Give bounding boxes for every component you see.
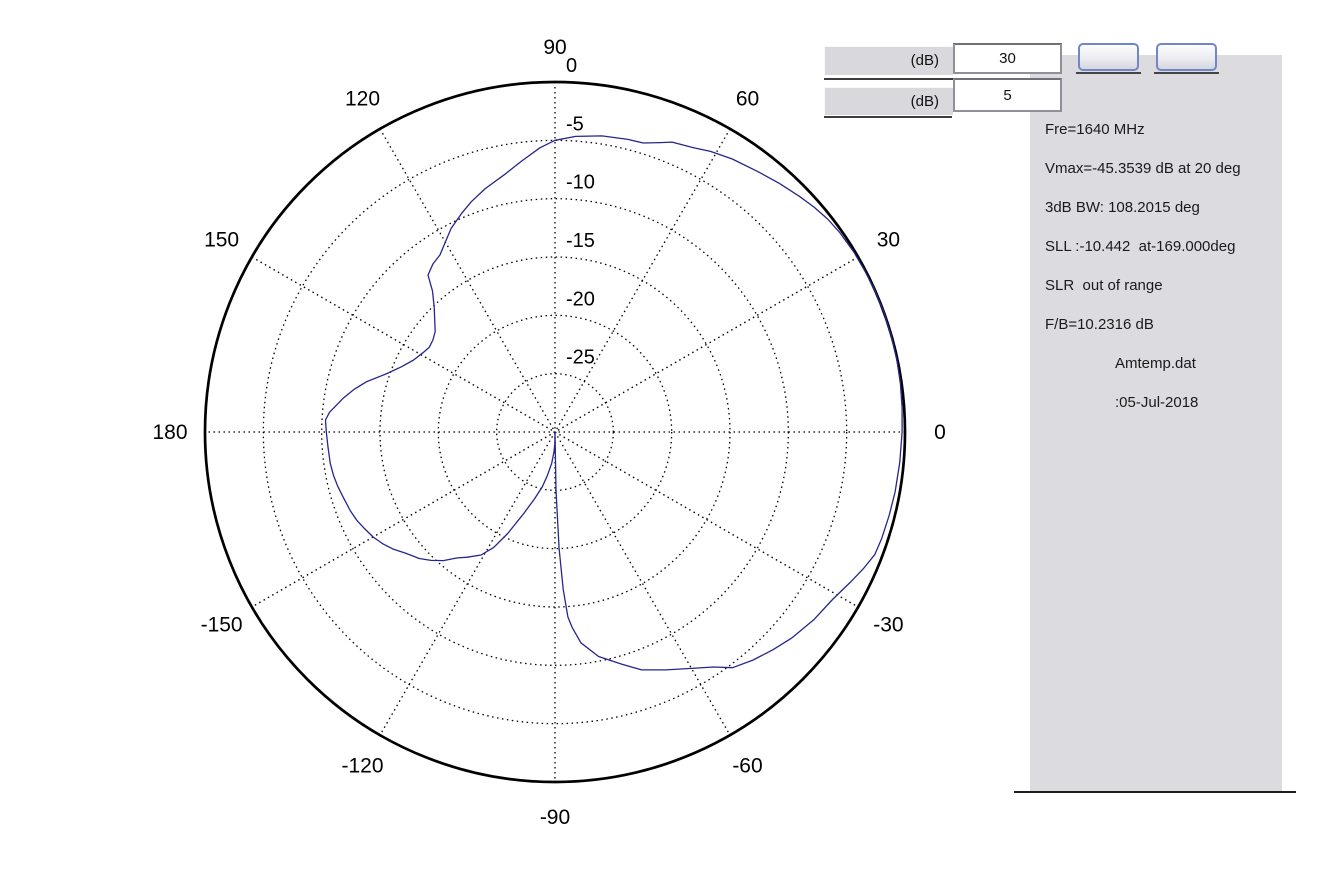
angle-label: -60 bbox=[732, 754, 762, 777]
angle-label: -30 bbox=[873, 614, 903, 637]
button-2-underline bbox=[1154, 72, 1219, 74]
results-panel: Fre=1640 MHz Vmax=-45.3539 dB at 20 deg … bbox=[1030, 55, 1282, 792]
matlab-figure-window: 0 30 60 90 120 150 180 -150 -120 -90 -60 -30 0 -5 -10 -… bbox=[0, 0, 1317, 885]
panel-line-frequency: Fre=1640 MHz bbox=[1045, 121, 1275, 138]
panel-bottom-border bbox=[1014, 791, 1296, 793]
angle-label: 180 bbox=[152, 421, 187, 444]
action-button-2[interactable] bbox=[1156, 43, 1217, 71]
angle-label: 30 bbox=[877, 229, 900, 252]
radial-label: 0 bbox=[566, 55, 577, 77]
angle-label: -90 bbox=[540, 806, 570, 829]
radial-label: -25 bbox=[566, 347, 595, 369]
angle-label: -120 bbox=[341, 754, 383, 777]
angle-label: 60 bbox=[736, 88, 759, 111]
angle-label: 120 bbox=[345, 88, 380, 111]
step-db-label: (dB) bbox=[824, 87, 953, 115]
panel-line-3db-bw: 3dB BW: 108.2015 deg bbox=[1045, 199, 1275, 216]
panel-line-fb-ratio: F/B=10.2316 dB bbox=[1045, 316, 1275, 333]
panel-line-sll: SLL :-10.442 at-169.000deg bbox=[1045, 238, 1275, 255]
radial-label: -10 bbox=[566, 172, 595, 194]
radial-label: -5 bbox=[566, 113, 584, 135]
angle-label: -150 bbox=[201, 614, 243, 637]
panel-line-date: :05-Jul-2018 bbox=[1115, 394, 1317, 411]
radial-label: -15 bbox=[566, 230, 595, 252]
scale-db-input[interactable] bbox=[953, 43, 1062, 74]
panel-line-filename: Amtemp.dat bbox=[1115, 355, 1317, 372]
radiation-pattern-curve bbox=[326, 136, 903, 670]
radial-label: -20 bbox=[566, 288, 595, 310]
angle-label: 150 bbox=[204, 229, 239, 252]
angle-label: 0 bbox=[934, 421, 946, 444]
scale-db-label: (dB) bbox=[824, 46, 953, 75]
button-1-underline bbox=[1076, 72, 1141, 74]
action-button-1[interactable] bbox=[1078, 43, 1139, 71]
panel-line-vmax: Vmax=-45.3539 dB at 20 deg bbox=[1045, 160, 1275, 177]
angle-label: 90 bbox=[543, 36, 566, 59]
step-row-underline bbox=[824, 116, 952, 118]
panel-line-slr: SLR out of range bbox=[1045, 277, 1275, 294]
step-db-input[interactable] bbox=[953, 78, 1062, 112]
